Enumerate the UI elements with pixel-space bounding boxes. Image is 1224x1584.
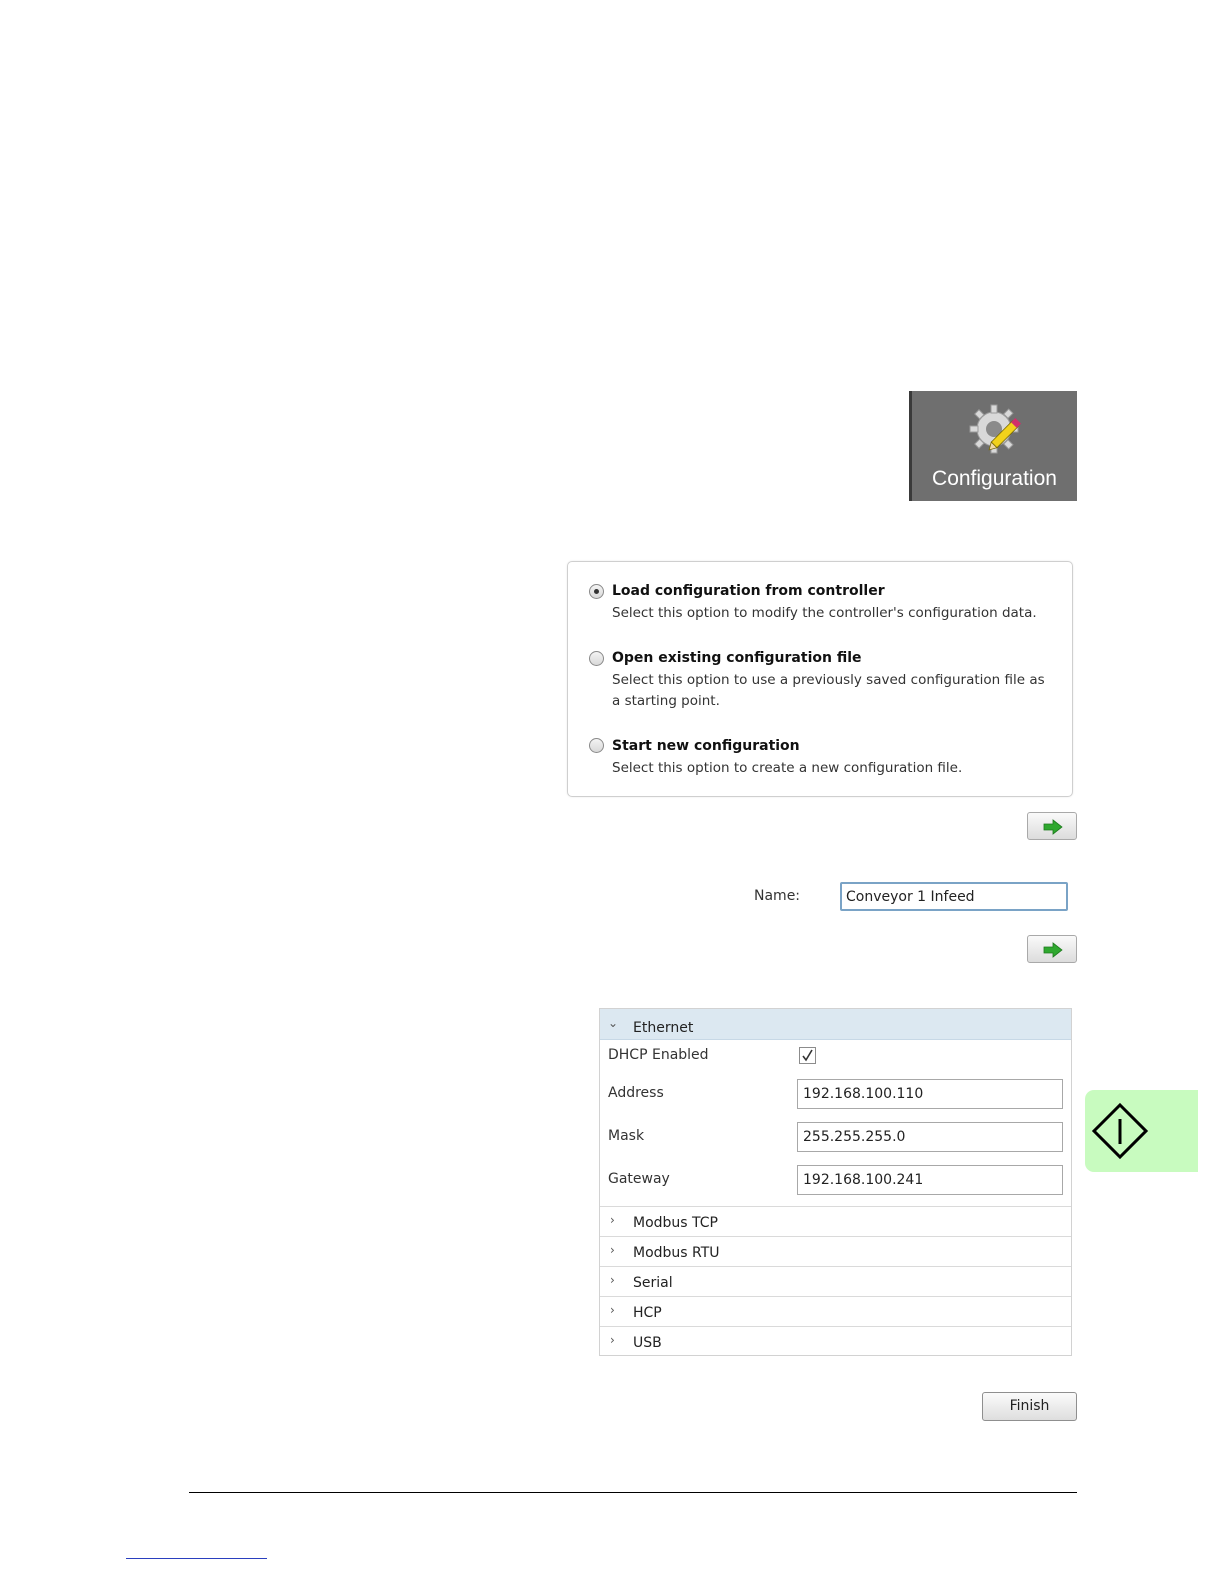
ethernet-header[interactable]: ⌄ Ethernet bbox=[600, 1009, 1071, 1040]
gear-pencil-icon bbox=[969, 404, 1021, 454]
chevron-right-icon: › bbox=[610, 1273, 615, 1287]
section-label: Modbus RTU bbox=[633, 1245, 720, 1261]
address-label: Address bbox=[608, 1085, 664, 1101]
dhcp-label: DHCP Enabled bbox=[608, 1047, 709, 1063]
start-options-panel: Load configuration from controller Selec… bbox=[567, 561, 1073, 797]
footer-rule bbox=[189, 1492, 1077, 1493]
option-description: Select this option to create a new confi… bbox=[612, 760, 963, 776]
footer-link-underline[interactable] bbox=[126, 1558, 267, 1559]
finish-button[interactable]: Finish bbox=[982, 1392, 1077, 1421]
checkmark-icon bbox=[802, 1049, 813, 1062]
section-modbus-tcp[interactable]: › Modbus TCP bbox=[600, 1206, 1071, 1235]
chevron-right-icon: › bbox=[610, 1303, 615, 1317]
section-hcp[interactable]: › HCP bbox=[600, 1296, 1071, 1325]
section-label: Modbus TCP bbox=[633, 1215, 718, 1231]
chevron-down-icon: ⌄ bbox=[608, 1016, 619, 1030]
radio-open-existing-file[interactable] bbox=[589, 651, 604, 666]
next-button[interactable] bbox=[1027, 935, 1077, 963]
section-usb[interactable]: › USB bbox=[600, 1326, 1071, 1355]
dhcp-checkbox[interactable] bbox=[799, 1047, 816, 1064]
ethernet-settings-panel: ⌄ Ethernet DHCP Enabled Address Mask Gat… bbox=[599, 1008, 1072, 1356]
option-title: Open existing configuration file bbox=[612, 650, 862, 666]
mask-input[interactable] bbox=[797, 1122, 1063, 1152]
section-modbus-rtu[interactable]: › Modbus RTU bbox=[600, 1236, 1071, 1265]
mask-label: Mask bbox=[608, 1128, 645, 1144]
option-title: Start new configuration bbox=[612, 738, 800, 754]
radio-start-new[interactable] bbox=[589, 738, 604, 753]
gateway-label: Gateway bbox=[608, 1171, 670, 1187]
option-description: Select this option to modify the control… bbox=[612, 605, 1037, 621]
name-label: Name: bbox=[754, 888, 801, 904]
green-arrow-icon bbox=[1043, 942, 1063, 958]
name-input[interactable] bbox=[840, 882, 1068, 911]
section-label: Serial bbox=[633, 1275, 673, 1291]
chevron-right-icon: › bbox=[610, 1333, 615, 1347]
gateway-input[interactable] bbox=[797, 1165, 1063, 1195]
address-input[interactable] bbox=[797, 1079, 1063, 1109]
green-arrow-icon bbox=[1043, 819, 1063, 835]
configuration-label: Configuration bbox=[932, 467, 1057, 490]
diamond-info-icon bbox=[1091, 1102, 1149, 1160]
chevron-right-icon: › bbox=[610, 1213, 615, 1227]
chevron-right-icon: › bbox=[610, 1243, 615, 1257]
configuration-button[interactable]: Configuration bbox=[909, 391, 1077, 501]
option-description: Select this option to use a previously s… bbox=[612, 672, 1045, 709]
option-title: Load configuration from controller bbox=[612, 583, 885, 599]
ethernet-header-label: Ethernet bbox=[633, 1020, 694, 1036]
section-serial[interactable]: › Serial bbox=[600, 1266, 1071, 1295]
radio-load-from-controller[interactable] bbox=[589, 584, 604, 599]
section-label: USB bbox=[633, 1335, 662, 1351]
section-label: HCP bbox=[633, 1305, 662, 1321]
next-button[interactable] bbox=[1027, 812, 1077, 840]
side-navigation-tab[interactable] bbox=[1085, 1090, 1198, 1172]
